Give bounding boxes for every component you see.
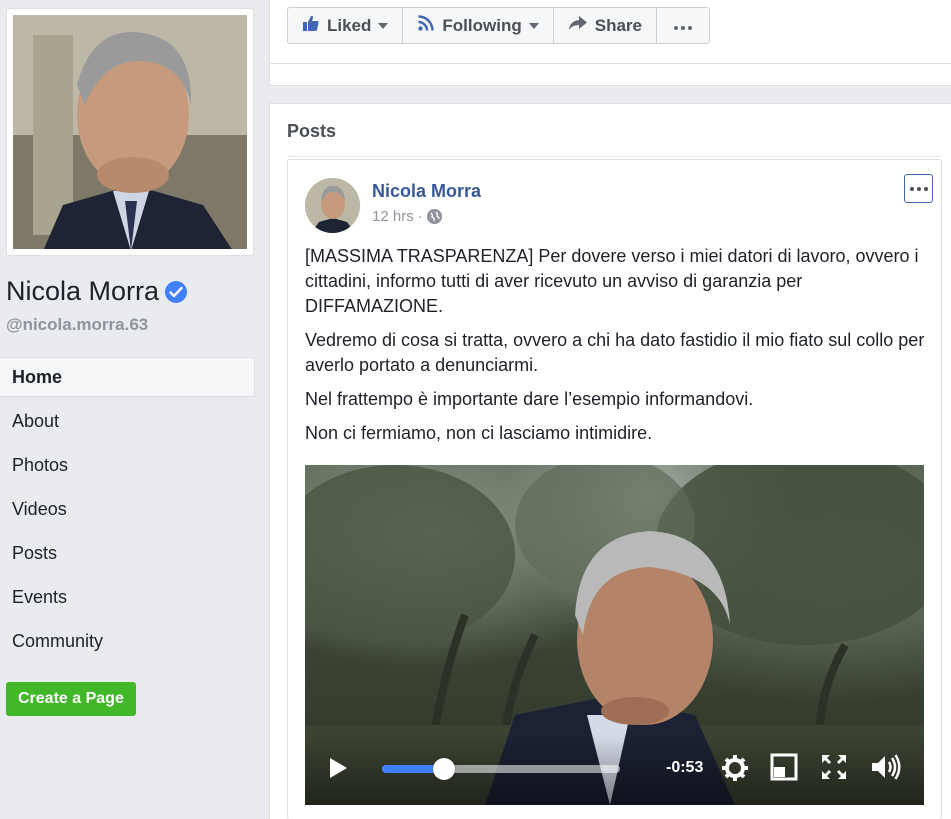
profile-photo-image xyxy=(13,15,247,249)
globe-icon xyxy=(426,209,442,224)
play-icon[interactable] xyxy=(330,758,347,778)
left-sidebar: Nicola Morra @nicola.morra.63 Home About… xyxy=(0,0,268,819)
create-page-button[interactable]: Create a Page xyxy=(6,682,136,716)
dot-icon xyxy=(916,186,921,191)
sidebar-item-home[interactable]: Home xyxy=(0,357,255,397)
liked-button[interactable]: Liked xyxy=(287,7,404,44)
sidebar-item-community[interactable]: Community xyxy=(0,621,255,665)
thumbs-up-icon xyxy=(302,14,320,37)
chevron-down-icon xyxy=(528,22,539,29)
sidebar-item-events[interactable]: Events xyxy=(0,577,255,621)
rss-feed-icon xyxy=(417,14,435,37)
post-body: [MASSIMA TRASPARENZA] Per dovere verso i… xyxy=(305,244,930,455)
share-label: Share xyxy=(594,15,642,35)
sidebar-item-photos[interactable]: Photos xyxy=(0,445,255,489)
volume-icon[interactable] xyxy=(870,753,902,786)
posts-section: Posts Nicola Morra 12 hrs · [MASSIMA TRA… xyxy=(269,103,951,819)
post-options-button[interactable] xyxy=(904,174,933,203)
sidebar-nav: Home About Photos Videos Posts Events Co… xyxy=(0,357,255,665)
post-paragraph: Non ci fermiamo, non ci lasciamo intimid… xyxy=(305,423,653,443)
profile-picture[interactable] xyxy=(6,8,254,256)
page-name-text: Nicola Morra xyxy=(6,276,160,306)
dot-icon xyxy=(909,186,914,191)
divider xyxy=(287,156,941,157)
posts-heading: Posts xyxy=(287,121,337,141)
fullscreen-icon[interactable] xyxy=(820,753,848,786)
video-progress-bar[interactable] xyxy=(382,758,620,780)
video-scrubber-handle[interactable] xyxy=(432,758,455,780)
meta-separator: · xyxy=(417,208,423,225)
page-title[interactable]: Nicola Morra xyxy=(6,276,188,307)
post-paragraph: [MASSIMA TRASPARENZA] Per dovere verso i… xyxy=(305,246,919,316)
post-card: Nicola Morra 12 hrs · [MASSIMA TRASPAREN… xyxy=(287,159,942,819)
chevron-down-icon xyxy=(378,22,389,29)
share-arrow-icon xyxy=(568,15,588,36)
post-paragraph: Nel frattempo è importante dare l’esempi… xyxy=(305,389,754,409)
share-button[interactable]: Share xyxy=(552,7,657,44)
liked-label: Liked xyxy=(327,15,372,35)
page-username[interactable]: @nicola.morra.63 xyxy=(6,315,148,335)
picture-in-picture-icon[interactable] xyxy=(770,753,798,786)
sidebar-item-videos[interactable]: Videos xyxy=(0,489,255,533)
settings-gear-icon[interactable] xyxy=(720,753,750,788)
verified-badge-icon xyxy=(165,280,188,303)
divider xyxy=(270,63,951,64)
more-options-button[interactable] xyxy=(655,7,710,44)
page-actions-card: Liked Following Share xyxy=(269,0,951,86)
page-action-buttons: Liked Following Share xyxy=(287,7,710,44)
video-time-remaining: -0:53 xyxy=(666,759,704,776)
more-horizontal-icon xyxy=(673,16,693,36)
post-paragraph: Vedremo di cosa si tratta, ovvero a chi … xyxy=(305,330,925,375)
post-timestamp[interactable]: 12 hrs xyxy=(372,208,414,225)
sidebar-item-about[interactable]: About xyxy=(0,401,255,445)
following-label: Following xyxy=(442,15,522,35)
following-button[interactable]: Following xyxy=(402,7,554,44)
post-meta: 12 hrs · xyxy=(372,208,442,225)
author-avatar[interactable] xyxy=(305,178,360,233)
post-author-name[interactable]: Nicola Morra xyxy=(372,181,481,202)
video-player[interactable]: -0:53 xyxy=(305,465,924,805)
dot-icon xyxy=(923,186,928,191)
sidebar-item-posts[interactable]: Posts xyxy=(0,533,255,577)
